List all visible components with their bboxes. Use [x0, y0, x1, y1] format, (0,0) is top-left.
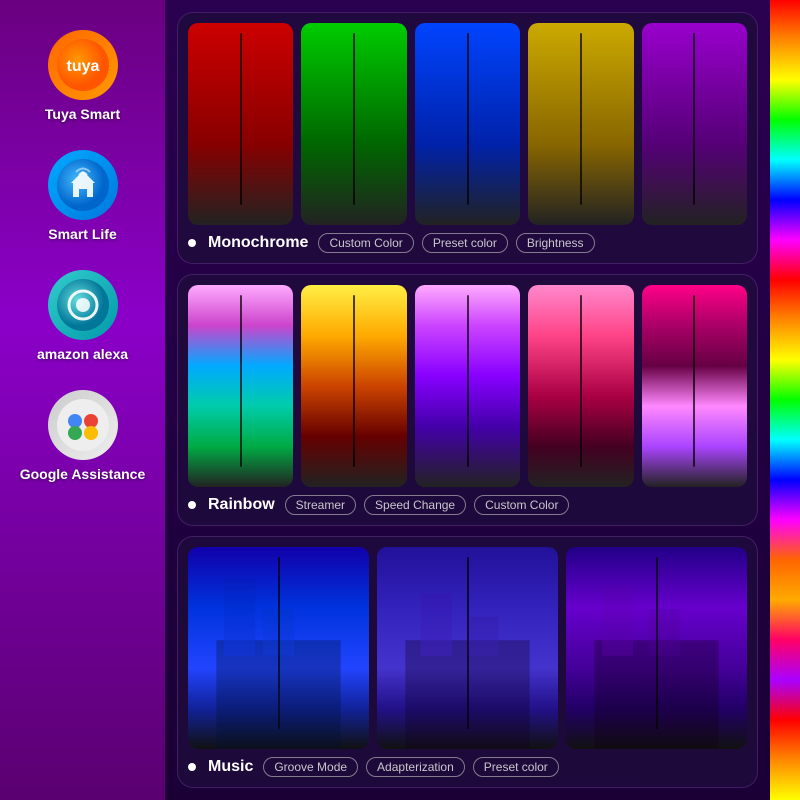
lamp-rainbow4 [528, 285, 633, 487]
rainbow-footer: Rainbow Streamer Speed Change Custom Col… [188, 495, 747, 515]
lamp-blue [415, 23, 520, 225]
music-lamp-2 [377, 547, 558, 749]
alexa-icon [48, 270, 118, 340]
sidebar-item-google[interactable]: Google Assistance [20, 390, 146, 482]
lamp-green [301, 23, 406, 225]
music-panel: Music Groove Mode Adapterization Preset … [177, 536, 758, 788]
monochrome-tag-2[interactable]: Preset color [422, 233, 508, 253]
sidebar-item-smartlife[interactable]: Smart Life [48, 150, 118, 242]
monochrome-title: Monochrome [208, 234, 308, 252]
smartlife-label: Smart Life [48, 226, 116, 242]
sidebar-item-tuya[interactable]: tuya Tuya Smart [45, 30, 120, 122]
monochrome-panel: Monochrome Custom Color Preset color Bri… [177, 12, 758, 264]
music-lamp-3 [566, 547, 747, 749]
lamp-rainbow1 [188, 285, 293, 487]
music-lamp-1 [188, 547, 369, 749]
main-content: Monochrome Custom Color Preset color Bri… [165, 0, 770, 800]
rainbow-dot [188, 501, 196, 509]
lamp-red [188, 23, 293, 225]
music-title: Music [208, 758, 253, 776]
monochrome-footer: Monochrome Custom Color Preset color Bri… [188, 233, 747, 253]
google-label: Google Assistance [20, 466, 146, 482]
monochrome-tag-1[interactable]: Custom Color [318, 233, 413, 253]
lamp-rainbow3 [415, 285, 520, 487]
monochrome-tag-3[interactable]: Brightness [516, 233, 595, 253]
music-tag-1[interactable]: Groove Mode [263, 757, 358, 777]
smartlife-icon [48, 150, 118, 220]
tuya-icon: tuya [48, 30, 118, 100]
sidebar-item-alexa[interactable]: amazon alexa [37, 270, 128, 362]
rainbow-tag-1[interactable]: Streamer [285, 495, 356, 515]
tuya-label: Tuya Smart [45, 106, 120, 122]
monochrome-dot [188, 239, 196, 247]
rainbow-title: Rainbow [208, 496, 275, 514]
rainbow-tag-2[interactable]: Speed Change [364, 495, 466, 515]
google-icon [48, 390, 118, 460]
monochrome-lamp-row [188, 23, 747, 225]
rainbow-lamp-row [188, 285, 747, 487]
music-lamp-row [188, 547, 747, 749]
music-tag-2[interactable]: Adapterization [366, 757, 465, 777]
svg-text:tuya: tuya [66, 58, 99, 75]
lamp-rainbow2 [301, 285, 406, 487]
right-color-bar [770, 0, 800, 800]
lamp-rainbow5 [642, 285, 747, 487]
sidebar: tuya Tuya Smart Smart Life [0, 0, 165, 800]
music-dot [188, 763, 196, 771]
rainbow-panel: Rainbow Streamer Speed Change Custom Col… [177, 274, 758, 526]
lamp-yellow [528, 23, 633, 225]
music-tag-3[interactable]: Preset color [473, 757, 559, 777]
lamp-purple [642, 23, 747, 225]
music-footer: Music Groove Mode Adapterization Preset … [188, 757, 747, 777]
alexa-label: amazon alexa [37, 346, 128, 362]
rainbow-tag-3[interactable]: Custom Color [474, 495, 569, 515]
